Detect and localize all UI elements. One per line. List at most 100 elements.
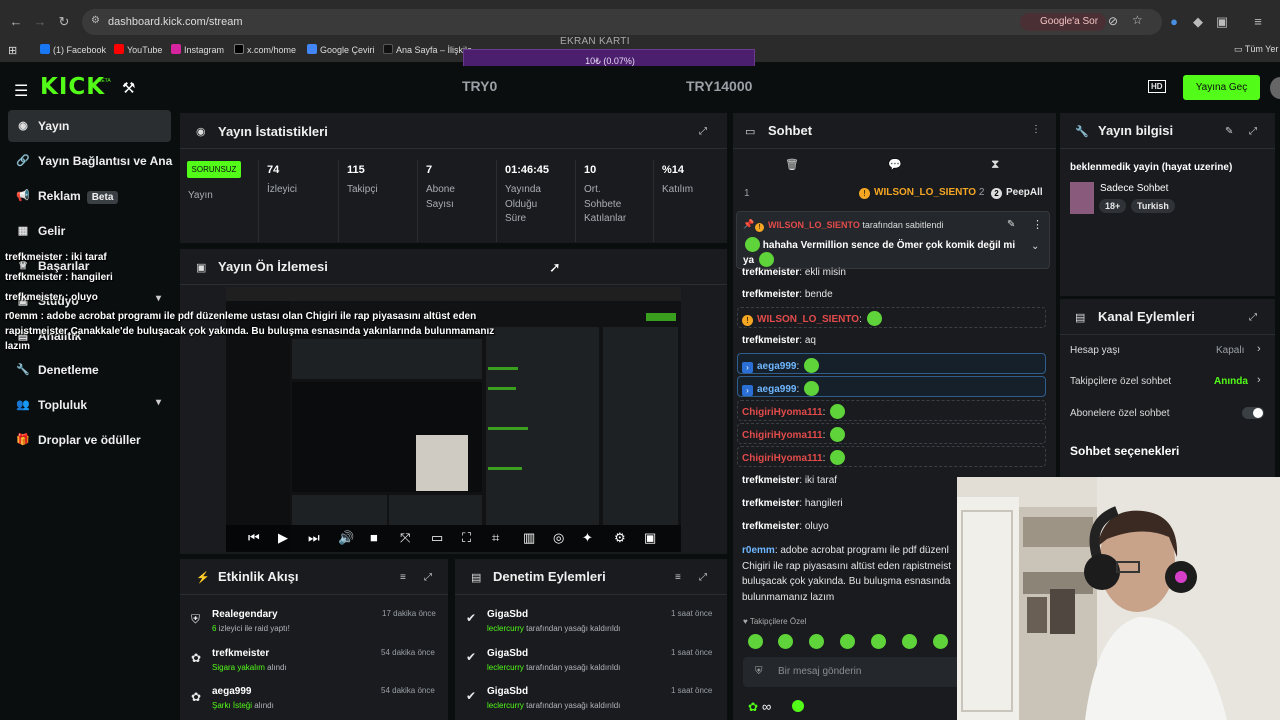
expand-icon[interactable]: ⤢	[699, 572, 707, 583]
emote-icon	[830, 450, 846, 465]
filter-icon[interactable]: ≡	[400, 572, 406, 583]
activity-time: 17 dakika önce	[382, 609, 436, 618]
stat-avg-chatters: 10 Ort. Sohbete Katılanlar	[575, 160, 651, 242]
bookmark-facebook[interactable]: (1) Facebook	[40, 44, 106, 55]
activity-user[interactable]: Realegendary	[212, 609, 278, 620]
category-thumbnail[interactable]	[1070, 182, 1094, 214]
bookmark-youtube[interactable]: YouTube	[114, 44, 162, 55]
avatar[interactable]	[1270, 77, 1280, 99]
resize-icon[interactable]: ⤧	[400, 530, 410, 546]
skip-back-icon[interactable]: ⏮	[248, 530, 260, 546]
edit-icon[interactable]: ✎	[1225, 126, 1233, 137]
emote-icon[interactable]	[933, 634, 948, 649]
tag-badge: 18+	[1099, 199, 1127, 213]
expand-icon[interactable]: ⤢	[1249, 312, 1257, 323]
subscribers-only-toggle[interactable]	[1242, 407, 1264, 419]
chat-message: › aega999:	[742, 381, 820, 396]
bookmark-home[interactable]: Ana Sayfa – İlişkile	[383, 44, 472, 55]
bookmark-x[interactable]: x.com/home	[234, 44, 296, 55]
address-bar[interactable]: ⚙ dashboard.kick.com/stream Google'a Sor…	[82, 9, 1162, 35]
bookmark-translate[interactable]: Google Çeviri	[307, 44, 375, 55]
theatre-icon[interactable]: ▣	[644, 530, 656, 546]
moderator-user[interactable]: GigaSbd	[487, 609, 528, 620]
hammer-icon[interactable]: ⚒	[122, 79, 135, 97]
emote-icon[interactable]	[840, 634, 855, 649]
extension-icon[interactable]: ●	[1166, 14, 1182, 30]
kick-logo[interactable]: KICK	[40, 74, 105, 100]
camera-icon[interactable]: ■	[370, 530, 378, 545]
menu-icon[interactable]: ☰	[14, 81, 28, 101]
sidebar-item-stream[interactable]: ◉ Yayın	[8, 110, 171, 142]
hd-icon[interactable]: HD	[1148, 80, 1166, 93]
top-chatter[interactable]: ! WILSON_LO_SIENTO 2	[859, 187, 984, 199]
unpin-icon[interactable]: ✎	[1007, 219, 1015, 230]
goal-left-amount: TRY0	[462, 78, 498, 94]
money-icon: ▦	[17, 225, 29, 237]
ask-google-button[interactable]: Google'a Sor	[1020, 13, 1107, 31]
chat-input[interactable]: ⛨ Bir mesaj gönderin	[743, 657, 983, 687]
sidebar-item-drops[interactable]: 🎁 Droplar ve ödüller	[8, 424, 171, 456]
site-info-icon[interactable]: ⚙	[91, 15, 100, 26]
row-value: Kapalı	[1216, 345, 1245, 356]
activity-time: 54 dakika önce	[381, 686, 435, 695]
stat-label: Ort. Sohbete Katılanlar	[584, 184, 627, 224]
more-vertical-icon[interactable]: ⋮	[1031, 124, 1041, 135]
sidebar-item-stream-key[interactable]: 🔗 Yayın Bağlantısı ve Anahtar	[8, 145, 173, 177]
extension-icon-2[interactable]: ◆	[1190, 14, 1206, 30]
settings-icon[interactable]: ⚙	[614, 530, 626, 546]
volume-icon[interactable]: 🔊	[338, 530, 354, 546]
bookmark-star-icon[interactable]: ☆	[1132, 13, 1143, 27]
activity-user[interactable]: trefkmeister	[212, 648, 269, 659]
trash-icon[interactable]: 🗑	[785, 158, 799, 171]
skip-forward-icon[interactable]: ⏭	[308, 530, 320, 546]
forward-icon[interactable]: →	[32, 14, 48, 30]
emote-icon[interactable]	[871, 634, 886, 649]
crop-icon[interactable]: ⌗	[492, 530, 499, 546]
sidebar-item-ads[interactable]: 📢 Reklam Beta	[8, 180, 171, 212]
sidebar-item-community[interactable]: 👥 Topluluk ▾	[8, 389, 171, 421]
emote-icon[interactable]	[748, 634, 763, 649]
expand-icon[interactable]: ⤢	[1249, 126, 1257, 137]
stat-label: Katılım	[662, 184, 694, 195]
sidebar-item-moderation[interactable]: 🔧 Denetleme	[8, 354, 171, 386]
moderator-user[interactable]: GigaSbd	[487, 648, 528, 659]
activity-user[interactable]: aega999	[212, 686, 251, 697]
target-icon[interactable]: ◎	[553, 530, 564, 546]
emote-icon[interactable]	[809, 634, 824, 649]
chevron-down-icon[interactable]: ⌄	[1031, 241, 1039, 252]
emote-icon[interactable]	[902, 634, 917, 649]
sidebar-item-revenue[interactable]: ▦ Gelir	[8, 215, 171, 247]
moderation-time: 1 saat önce	[671, 648, 713, 657]
expand-icon[interactable]: ⤢	[424, 572, 432, 583]
expand-icon[interactable]: ⤢	[699, 126, 707, 137]
stats-icon[interactable]: ▥	[523, 530, 535, 546]
hourglass-icon[interactable]: ⧗	[991, 157, 999, 172]
all-bookmarks[interactable]: ▭ Tüm Yer	[1234, 44, 1278, 55]
bookmark-instagram[interactable]: Instagram	[171, 44, 224, 55]
apps-grid-icon[interactable]: ⊞	[8, 44, 17, 57]
eye-off-icon[interactable]: ⊘	[1108, 14, 1118, 28]
preview-emote-row	[488, 367, 518, 370]
sparkle-icon[interactable]: ✦	[582, 530, 593, 546]
preview-browser-bar	[226, 287, 681, 301]
fullscreen-icon[interactable]: ⛶	[462, 530, 471, 546]
reload-icon[interactable]: ↻	[56, 14, 72, 30]
settings-icon[interactable]	[792, 700, 804, 712]
pip-icon[interactable]: ▭	[431, 530, 443, 546]
extensions-puzzle-icon[interactable]: ▣	[1214, 14, 1230, 30]
emote-icon[interactable]	[778, 634, 793, 649]
moderator-user[interactable]: GigaSbd	[487, 686, 528, 697]
panel-title: Kanal Eylemleri	[1098, 309, 1195, 324]
kick-points-icon[interactable]: ✿	[748, 700, 758, 714]
go-live-button[interactable]: Yayına Geç	[1183, 75, 1260, 100]
more-vertical-icon[interactable]: ⋮	[1032, 218, 1043, 231]
stat-label: Abone Sayısı	[426, 184, 455, 210]
category-name[interactable]: Sadece Sohbet	[1100, 183, 1168, 194]
play-icon[interactable]: ▶	[278, 530, 288, 546]
back-icon[interactable]: ←	[8, 14, 24, 30]
filter-icon[interactable]: ≡	[675, 572, 681, 583]
chat-bubble-icon[interactable]: 💬	[888, 158, 902, 171]
reading-list-icon[interactable]: ≡	[1250, 14, 1266, 30]
stat-viewers: 74 İzleyici	[258, 160, 338, 242]
top-chatter-2[interactable]: 2 PeepAll	[991, 187, 1043, 199]
